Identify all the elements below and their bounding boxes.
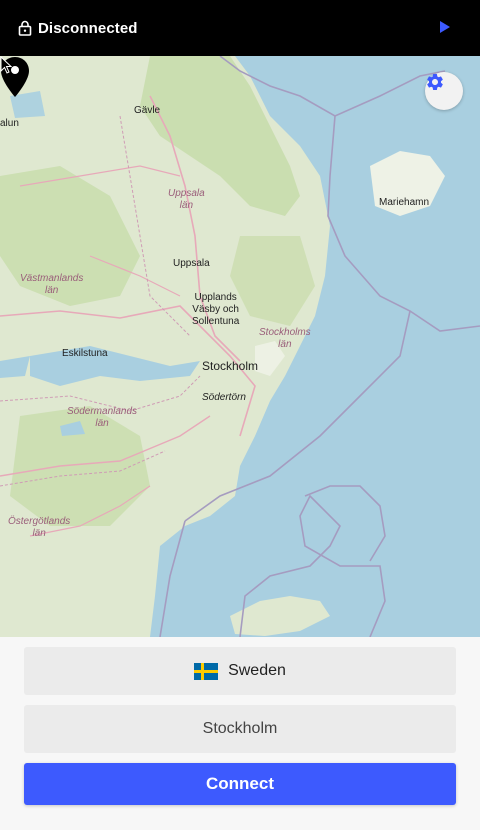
country-selector[interactable]: Sweden [24,647,456,695]
map-view[interactable]: Gävle alun Uppsala län Uppsala Västmanla… [0,56,480,637]
lock-icon [18,20,32,36]
map-label-stockholms-lan: Stockholms län [259,327,311,350]
play-icon[interactable] [440,21,450,33]
map-label-stockholm: Stockholm [202,359,259,373]
sweden-flag-icon [194,662,219,680]
map-label-gavle: Gävle [134,105,161,116]
map-label-upplands-vasby: Upplands Väsby och Sollentuna [192,292,240,327]
city-selector[interactable]: Stockholm [24,705,456,753]
map-label-ostergotlands-lan: Östergötlands län [8,516,71,539]
country-label: Sweden [228,662,286,679]
settings-button[interactable] [425,72,463,110]
connection-status: Disconnected [38,19,138,37]
map-label-vastmanlands-lan: Västmanlands län [20,273,84,296]
map-label-eskilstuna: Eskilstuna [62,348,108,359]
city-label: Stockholm [202,720,278,737]
map-label-uppsala: Uppsala [173,258,210,269]
map-label-falun: alun [0,118,19,129]
map-label-mariehamn: Mariehamn [379,197,430,208]
gear-icon [427,74,443,90]
status-bar: Disconnected [0,0,480,56]
connection-panel: Sweden Stockholm Connect [0,637,480,830]
map-background [0,56,480,637]
map-label-sodertorn: Södertörn [202,392,246,403]
map-label-sodermanlands-lan: Södermanlands län [67,406,138,429]
mouse-cursor-icon [0,56,12,74]
connect-button[interactable]: Connect [24,763,456,805]
map-label-uppsala-lan: Uppsala län [168,188,205,211]
